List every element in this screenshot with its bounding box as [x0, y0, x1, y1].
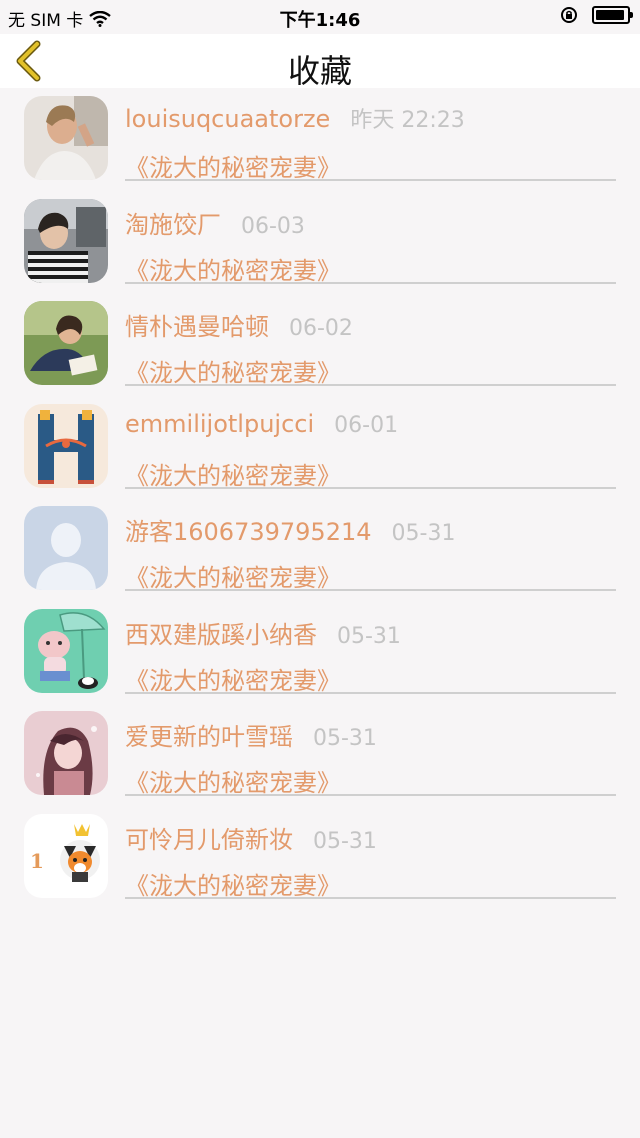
divider — [125, 896, 616, 899]
letter-h-illustration-avatar[interactable] — [24, 403, 108, 488]
divider — [125, 384, 616, 386]
book-title[interactable]: 《泷大的秘密宠妻》 — [125, 558, 341, 593]
username[interactable]: 西双建版蹊小纳香 — [125, 615, 317, 650]
favorite-item[interactable]: 淘施饺厂 06-03 《泷大的秘密宠妻》 — [0, 191, 640, 294]
timestamp: 06-03 — [241, 213, 305, 239]
divider — [125, 794, 616, 796]
photo-woman-avatar[interactable] — [24, 96, 108, 180]
favorite-item[interactable]: emmilijotlpujcci 06-01 《泷大的秘密宠妻》 — [0, 396, 640, 499]
timestamp: 06-01 — [334, 412, 399, 438]
username[interactable]: 可怜月儿倚新妆 — [125, 820, 293, 855]
book-title[interactable]: 《泷大的秘密宠妻》 — [125, 148, 341, 183]
timestamp: 05-31 — [337, 623, 401, 649]
timestamp: 05-31 — [313, 726, 377, 751]
svg-text:1: 1 — [30, 849, 44, 873]
status-bar: 无 SIM 卡 下午1:46 — [0, 0, 640, 34]
username[interactable]: emmilijotlpujcci — [125, 410, 314, 438]
photo-woman-reading-avatar[interactable] — [24, 301, 108, 385]
favorites-list: louisuqcuaatorze 昨天 22:23 《泷大的秘密宠妻》 淘施饺厂… — [0, 88, 640, 908]
default-person-avatar[interactable] — [24, 506, 108, 590]
status-right — [560, 6, 633, 24]
favorite-item[interactable]: 爱更新的叶雪瑶 05-31 《泷大的秘密宠妻》 — [0, 703, 640, 806]
username[interactable]: 情朴遇曼哈顿 — [125, 307, 269, 342]
cartoon-umbrella-avatar[interactable] — [24, 608, 108, 693]
book-title[interactable]: 《泷大的秘密宠妻》 — [125, 763, 341, 798]
timestamp: 昨天 22:23 — [350, 108, 465, 133]
favorite-item[interactable]: 西双建版蹊小纳香 05-31 《泷大的秘密宠妻》 — [0, 601, 640, 704]
username[interactable]: 爱更新的叶雪瑶 — [125, 717, 293, 752]
book-title[interactable]: 《泷大的秘密宠妻》 — [125, 251, 341, 286]
divider — [125, 486, 616, 489]
book-title[interactable]: 《泷大的秘密宠妻》 — [125, 456, 341, 491]
timestamp: 06-02 — [289, 316, 353, 341]
timestamp: 05-31 — [391, 521, 456, 546]
photo-boy-striped-shirt-avatar[interactable] — [24, 198, 108, 283]
username[interactable]: 淘施饺厂 — [125, 205, 221, 240]
book-title[interactable]: 《泷大的秘密宠妻》 — [125, 661, 341, 696]
timestamp: 05-31 — [313, 828, 377, 854]
favorite-item[interactable]: 1 可怜月儿倚新妆 05-31 《泷大的秘密宠妻》 — [0, 806, 640, 909]
page-title: 收藏 — [287, 52, 352, 90]
book-title[interactable]: 《泷大的秘密宠妻》 — [125, 866, 341, 901]
divider — [125, 589, 616, 591]
divider — [125, 281, 616, 284]
battery-icon — [592, 6, 633, 24]
book-title[interactable]: 《泷大的秘密宠妻》 — [125, 353, 341, 388]
username[interactable]: 游客1606739795214 — [125, 512, 372, 547]
favorite-item[interactable]: 情朴遇曼哈顿 06-02 《泷大的秘密宠妻》 — [0, 293, 640, 396]
status-time: 下午1:46 — [279, 10, 361, 31]
favorite-item[interactable]: 游客1606739795214 05-31 《泷大的秘密宠妻》 — [0, 498, 640, 601]
divider — [125, 179, 616, 181]
navigation-bar: 收藏 — [0, 34, 640, 90]
orientation-lock-icon — [561, 7, 577, 23]
illustrated-girl-avatar[interactable] — [24, 711, 108, 795]
cartoon-fox-avatar[interactable]: 1 — [24, 813, 108, 898]
favorite-item[interactable]: louisuqcuaatorze 昨天 22:23 《泷大的秘密宠妻》 — [0, 88, 640, 191]
divider — [125, 691, 616, 694]
username[interactable]: louisuqcuaatorze — [125, 105, 330, 133]
